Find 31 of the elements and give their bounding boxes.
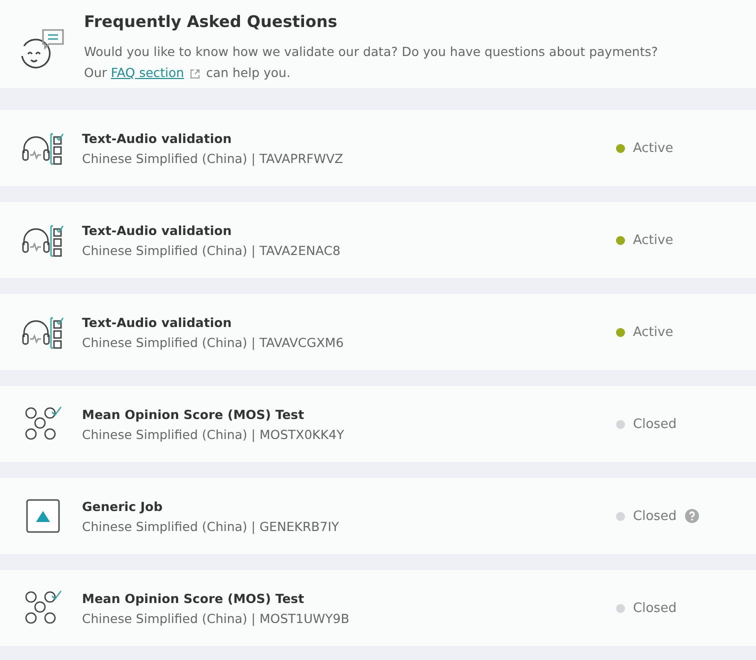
status-label: Active (633, 140, 674, 156)
job-row[interactable]: Generic Job Chinese Simplified (China) | GENEKRB7IY Closed (0, 478, 756, 554)
job-title: Mean Opinion Score (MOS) Test (82, 590, 306, 606)
job-title: Text-Audio validation (82, 222, 233, 238)
job-row[interactable]: Mean Opinion Score (MOS) Test Chinese Simplified (China) | MOST1UWY9B Closed (0, 570, 756, 646)
help-icon[interactable] (684, 509, 699, 523)
status-label: Closed (633, 416, 677, 432)
faq-title: Frequently Asked Questions (84, 12, 338, 31)
job-title: Text-Audio validation (82, 314, 233, 330)
faq-description: Would you like to know how we validate our data? Do you have questions about payments? (84, 43, 658, 61)
job-title: Generic Job (82, 498, 164, 514)
job-title: Mean Opinion Score (MOS) Test (82, 406, 306, 422)
job-subtitle: Chinese Simplified (China) | TAVA2ENAC8 (82, 242, 342, 258)
job-row[interactable]: Mean Opinion Score (MOS) Test Chinese Simplified (China) | MOSTX0KK4Y Closed (0, 386, 756, 462)
faq-text: can help you. (206, 65, 290, 80)
job-subtitle: Chinese Simplified (China) | TAVAPRFWVZ (82, 150, 344, 166)
faq-link[interactable]: FAQ section (110, 65, 184, 80)
job-subtitle: Chinese Simplified (China) | MOSTX0KK4Y (82, 426, 346, 442)
status-label: Active (633, 232, 674, 248)
status-label: Closed (633, 600, 677, 616)
job-row[interactable]: Text-Audio validation Chinese Simplified (China) | TAVAPRFWVZ Active (0, 110, 756, 186)
job-row[interactable]: Text-Audio validation Chinese Simplified (China) | TAVAVCGXM6 Active (0, 294, 756, 370)
status-label: Closed (633, 508, 677, 524)
job-subtitle: Chinese Simplified (China) | GENEKRB7IY (82, 518, 340, 534)
external-link-icon (190, 68, 200, 79)
job-title: Text-Audio validation (82, 130, 233, 146)
status-label: Active (633, 324, 674, 340)
job-subtitle: Chinese Simplified (China) | TAVAVCGXM6 (82, 334, 345, 350)
job-row[interactable]: Text-Audio validation Chinese Simplified (China) | TAVA2ENAC8 Active (0, 202, 756, 278)
job-subtitle: Chinese Simplified (China) | MOST1UWY9B (82, 610, 350, 626)
faq-text: Our (84, 65, 107, 80)
